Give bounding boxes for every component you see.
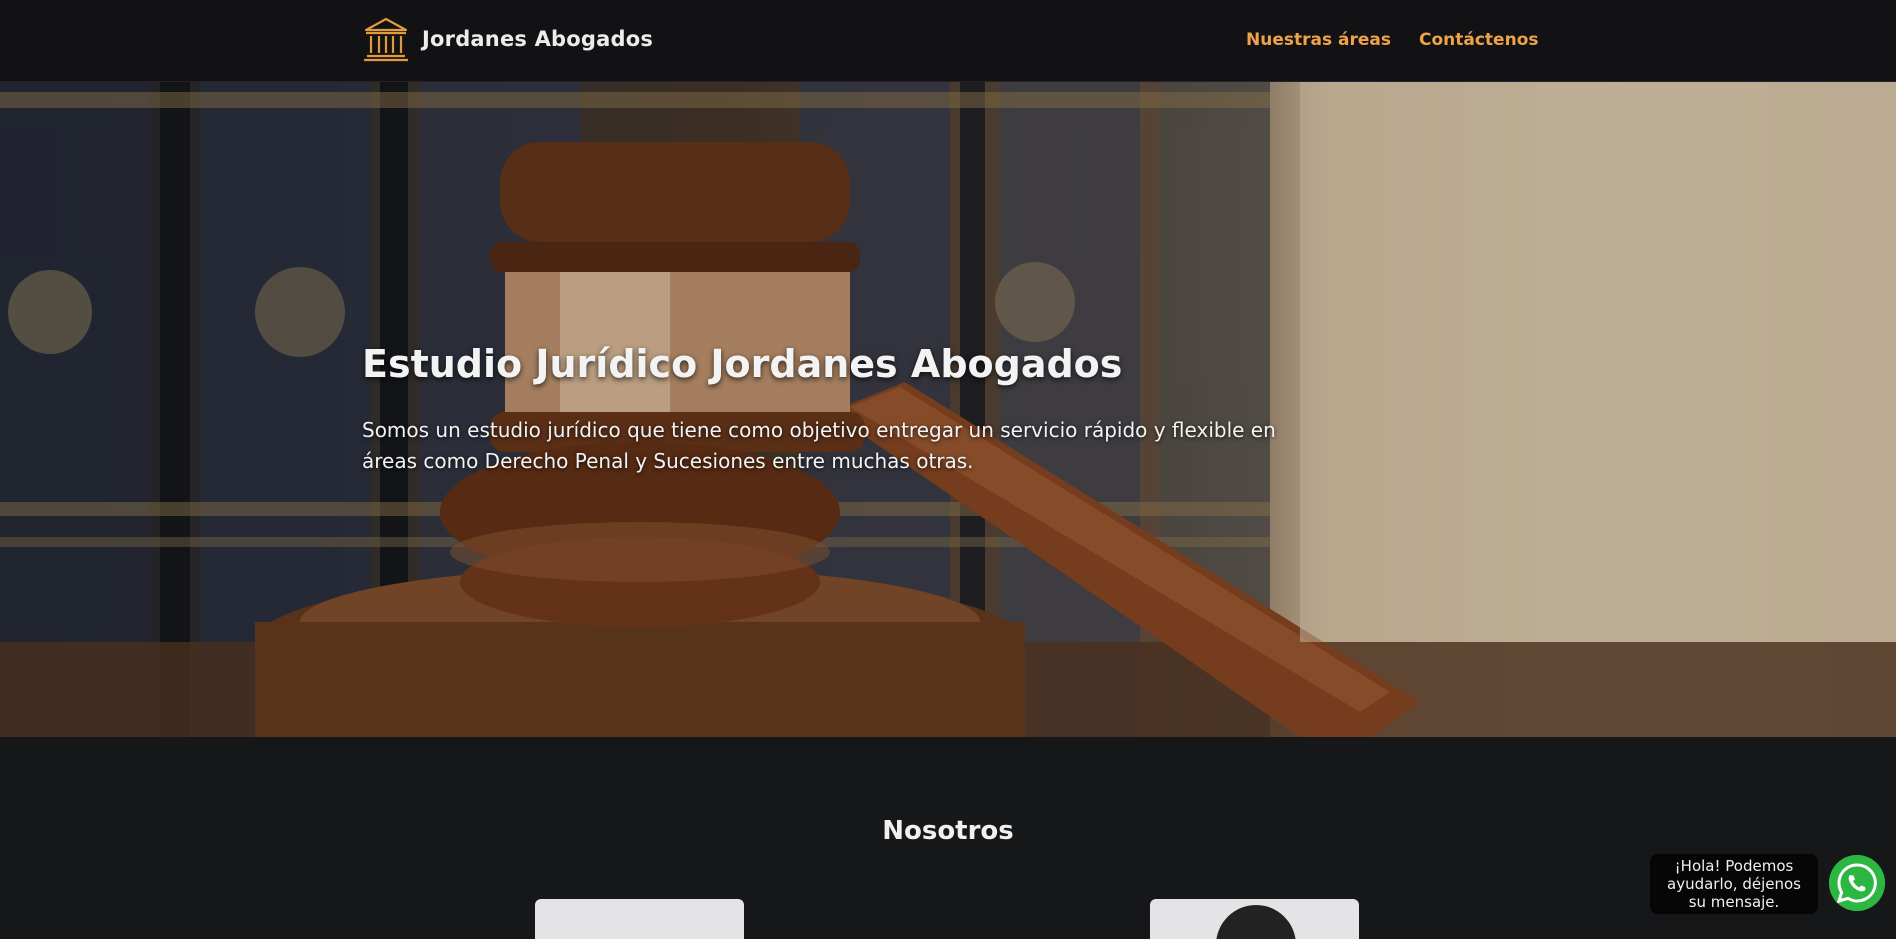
whatsapp-button[interactable]: [1829, 855, 1885, 911]
hero-section: Estudio Jurídico Jordanes Abogados Somos…: [0, 82, 1896, 737]
about-title: Nosotros: [882, 816, 1014, 846]
brand-name: Jordanes Abogados: [422, 27, 654, 51]
whatsapp-message-bubble[interactable]: ¡Hola! Podemos ayudarlo, déjenos su mens…: [1650, 854, 1818, 914]
nav-contactenos[interactable]: Contáctenos: [1419, 30, 1539, 50]
team-card[interactable]: [535, 899, 744, 939]
team-card[interactable]: [1150, 899, 1359, 939]
site-header: Jordanes Abogados Nuestras áreas Contáct…: [0, 0, 1896, 82]
whatsapp-icon: [1829, 855, 1885, 911]
brand[interactable]: Jordanes Abogados: [362, 15, 653, 63]
hero-overlay: [0, 82, 1896, 737]
hero-title: Estudio Jurídico Jordanes Abogados: [362, 342, 1123, 386]
hero-description: Somos un estudio jurídico que tiene como…: [362, 418, 1276, 473]
team-member-photo: [1216, 905, 1296, 939]
courthouse-icon: [364, 17, 408, 62]
nav-nuestras-areas[interactable]: Nuestras áreas: [1246, 30, 1391, 50]
